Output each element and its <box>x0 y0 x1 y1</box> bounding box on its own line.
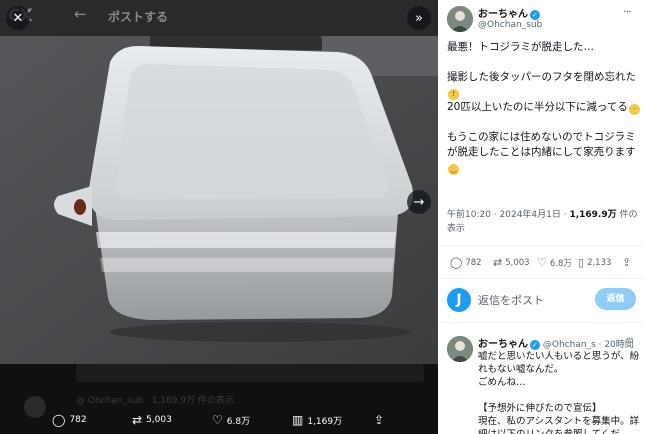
post-view-count: 1,169.9万 <box>569 210 617 220</box>
reply-button[interactable]: ◯ 782 <box>450 256 482 269</box>
media-like-button[interactable]: ♡ 6.8万 <box>212 413 250 427</box>
reply-composer: J 返信をポスト 返信 <box>438 279 645 323</box>
bookmark-count: 2,133 <box>587 257 612 268</box>
reply-icon: ◯ <box>450 256 463 269</box>
reply-icon: ◯ <box>52 413 66 427</box>
background-back-icon: ← <box>74 5 87 23</box>
bookmark-button[interactable]: ▯ 2,133 <box>578 256 611 269</box>
share-button[interactable]: ⇪ <box>622 256 634 269</box>
close-button[interactable]: ✕ <box>6 6 30 30</box>
repost-icon: ⇄ <box>493 256 503 269</box>
shocked-face-emoji-icon: ! <box>448 89 459 100</box>
media-reply-count: 782 <box>69 415 87 425</box>
media-action-bar: ◯ 782 ⇄ 5,003 ♡ 6.8万 ▥ 1,169万 ⇪ <box>0 406 438 434</box>
post-line-2: 撮影した後タッパーのフタを閉め忘れた! <box>447 71 636 100</box>
media-reply-button[interactable]: ◯ 782 <box>52 413 87 427</box>
reply-author-name[interactable]: おーちゃん <box>478 339 528 350</box>
media-repost-count: 5,003 <box>146 415 172 425</box>
grinning-face-emoji-icon: ‿ <box>448 164 459 175</box>
current-user-avatar[interactable]: J <box>447 288 471 312</box>
media-repost-button[interactable]: ⇄ 5,003 <box>132 413 172 427</box>
heart-icon: ♡ <box>212 413 223 427</box>
expand-panel-button[interactable]: » <box>407 6 431 30</box>
author-handle[interactable]: @Ohchan_sub <box>478 20 542 30</box>
author-name-row[interactable]: おーちゃん ✓ <box>478 5 540 20</box>
background-text: @ Ohchan_sub · 1,169.9万 件の表示 <box>76 396 234 406</box>
like-count: 6.8万 <box>549 258 572 269</box>
views-chart-icon: ▥ <box>292 413 304 427</box>
verified-badge-icon: ✓ <box>530 10 540 20</box>
post-text: 最悪！トコジラミが脱走した… 撮影した後タッパーのフタを閉め忘れた! 20匹以上… <box>447 40 641 175</box>
media-views-button[interactable]: ▥ 1,169万 <box>292 413 342 427</box>
reply-header: おーちゃん ✓ @Ohchan_s · 20時間 <box>478 335 634 350</box>
reply-line-2: ごめんね… <box>478 377 526 388</box>
background-header: CX ← ポストする <box>0 0 438 36</box>
post-detail-panel: おーちゃん ✓ @Ohchan_sub ··· 最悪！トコジラミが脱走した… 撮影… <box>438 0 645 434</box>
author-avatar[interactable] <box>447 6 473 32</box>
reply-line-4: 現在、私のアシスタントを募集中。詳細は以下のリンクを参照してくだ <box>478 416 640 434</box>
post-timestamp[interactable]: 午前10:20 · 2024年4月1日 · <box>447 210 569 220</box>
reply-more-options-button[interactable]: ··· <box>626 334 633 345</box>
more-options-button[interactable]: ··· <box>623 5 631 18</box>
post-line-3: 20匹以上いたのに半分以下に減ってる · <box>447 100 641 115</box>
reply-input[interactable]: 返信をポスト <box>478 292 544 308</box>
reply-line-1: 嘘だと思いたい人もいると思うが、紛れもない嘘なんだ。 <box>478 351 640 375</box>
background-bar <box>76 364 424 382</box>
reply-text: 嘘だと思いたい人もいると思うが、紛れもない嘘なんだ。 ごめんね… 【予想外に伸び… <box>478 350 640 434</box>
reply-post[interactable]: おーちゃん ✓ @Ohchan_s · 20時間 ··· 嘘だと思いたい人もいると… <box>438 330 645 434</box>
share-icon: ⇪ <box>622 256 632 269</box>
repost-icon: ⇄ <box>132 413 143 427</box>
verified-badge-icon: ✓ <box>530 340 540 350</box>
heart-icon: ♡ <box>537 256 547 269</box>
media-share-button[interactable]: ⇪ <box>374 413 388 427</box>
post-photo <box>0 36 438 364</box>
media-view-count: 1,169万 <box>307 416 343 427</box>
next-image-button[interactable]: → <box>407 190 431 214</box>
media-viewer: CX ← ポストする <box>0 0 438 434</box>
engagement-bar: ◯ 782 ⇄ 5,003 ♡ 6.8万 ▯ 2,133 ⇪ <box>438 245 645 279</box>
pleading-face-emoji-icon: · <box>628 104 640 115</box>
reply-line-3: 【予想外に伸びたので宣伝】 <box>478 403 602 414</box>
author-name: おーちゃん <box>478 9 528 20</box>
background-title: ポストする <box>108 10 169 24</box>
bookmark-icon: ▯ <box>578 256 585 269</box>
avatar-image <box>447 336 473 362</box>
repost-button[interactable]: ⇄ 5,003 <box>493 256 530 269</box>
reply-count: 782 <box>465 257 482 268</box>
share-icon: ⇪ <box>374 413 385 427</box>
avatar-image <box>447 6 473 32</box>
post-line-1: 最悪！トコジラミが脱走した… <box>447 41 594 53</box>
post-line-4: もうこの家には住めないのでトコジラミが脱走したことは内緒にして家売ります‿ <box>447 131 636 175</box>
like-button[interactable]: ♡ 6.8万 <box>537 256 572 269</box>
reply-submit-button[interactable]: 返信 <box>595 288 636 310</box>
reply-author-handle[interactable]: @Ohchan_s <box>543 340 596 350</box>
photo-tupperware-image <box>0 36 438 364</box>
post-meta: 午前10:20 · 2024年4月1日 · 1,169.9万 件の表示 <box>447 208 641 236</box>
media-like-count: 6.8万 <box>226 416 251 427</box>
reply-author-avatar[interactable] <box>447 336 473 362</box>
repost-count: 5,003 <box>505 257 530 268</box>
